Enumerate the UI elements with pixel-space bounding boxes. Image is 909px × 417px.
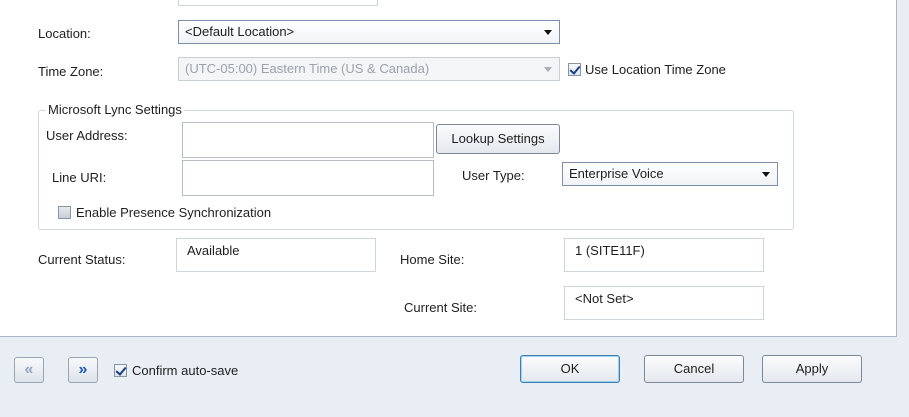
home-site-value: 1 (SITE11F) — [575, 243, 645, 258]
chevron-down-icon — [544, 67, 552, 72]
enable-presence-sync-label: Enable Presence Synchronization — [76, 205, 272, 220]
current-site-label: Current Site: — [404, 300, 477, 315]
current-status-value: Available — [187, 243, 240, 258]
time-zone-select-value: (UTC-05:00) Eastern Time (US & Canada) — [185, 61, 430, 76]
double-chevron-left-icon: « — [24, 361, 34, 378]
user-type-label: User Type: — [462, 168, 525, 183]
confirm-autosave-checkbox[interactable] — [114, 364, 127, 377]
home-site-field: 1 (SITE11F) — [564, 238, 764, 272]
lync-settings-title: Microsoft Lync Settings — [46, 102, 184, 118]
enable-presence-sync-checkbox[interactable] — [58, 206, 71, 219]
cancel-button[interactable]: Cancel — [644, 355, 744, 383]
user-address-label: User Address: — [46, 128, 128, 143]
location-select-value: <Default Location> — [185, 24, 295, 39]
user-type-select-value: Enterprise Voice — [569, 166, 664, 181]
apply-button[interactable]: Apply — [762, 355, 862, 383]
user-address-input[interactable] — [182, 122, 434, 158]
line-uri-label: Line URI: — [52, 170, 107, 185]
chevron-down-icon — [762, 172, 770, 177]
line-uri-input[interactable] — [182, 160, 434, 196]
confirm-autosave-label: Confirm auto-save — [132, 363, 239, 378]
location-select[interactable]: <Default Location> — [178, 20, 560, 44]
dialog-panel: Location: <Default Location> Time Zone: … — [0, 0, 897, 337]
use-location-time-zone-checkbox[interactable] — [568, 63, 581, 76]
current-site-value: <Not Set> — [575, 291, 634, 306]
ok-button[interactable]: OK — [520, 355, 620, 383]
user-type-select[interactable]: Enterprise Voice — [562, 162, 778, 186]
next-record-button[interactable]: » — [68, 357, 98, 383]
double-chevron-right-icon: » — [78, 361, 88, 378]
time-zone-label: Time Zone: — [38, 64, 104, 79]
dialog-footer: « » Confirm auto-save OK Cancel Apply — [0, 337, 909, 417]
use-location-time-zone-label: Use Location Time Zone — [585, 62, 726, 77]
current-status-field: Available — [176, 238, 376, 272]
top-field-partial — [178, 0, 378, 6]
home-site-label: Home Site: — [400, 252, 465, 267]
chevron-down-icon — [544, 30, 552, 35]
time-zone-select[interactable]: (UTC-05:00) Eastern Time (US & Canada) — [178, 57, 560, 81]
location-label: Location: — [38, 26, 91, 41]
current-status-label: Current Status: — [38, 252, 126, 267]
lookup-settings-button[interactable]: Lookup Settings — [436, 124, 560, 154]
current-site-field: <Not Set> — [564, 286, 764, 320]
previous-record-button[interactable]: « — [14, 357, 44, 383]
